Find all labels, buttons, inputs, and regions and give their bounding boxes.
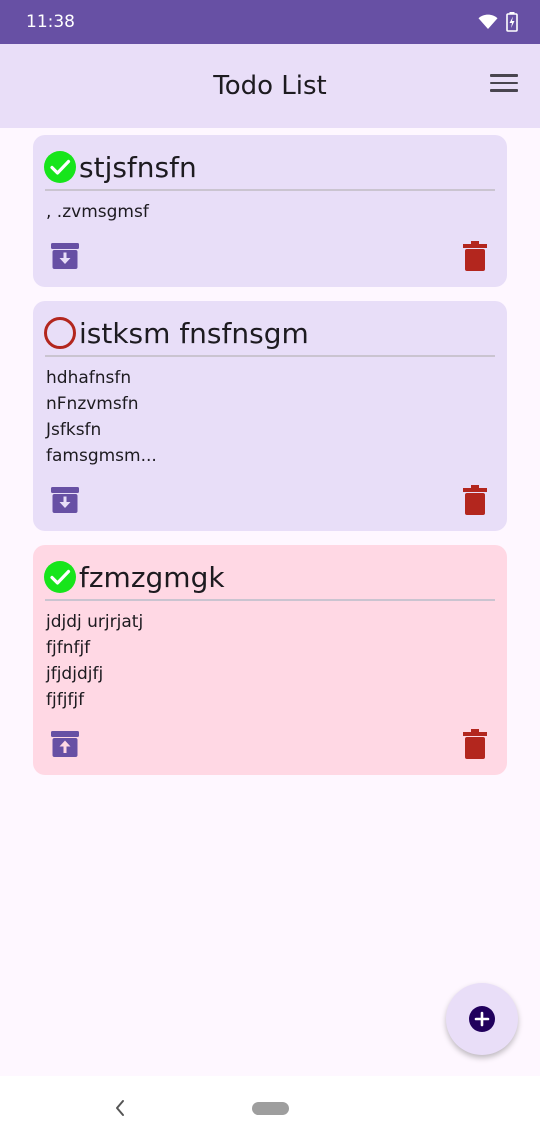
description-line: Jsfksfn [46, 420, 102, 440]
delete-icon[interactable] [463, 241, 487, 271]
todo-card[interactable]: istksm fnsfnsgm hdhafnsfn nFnzvmsfn Jsfk… [33, 301, 507, 531]
description-line: famsgmsm... [46, 446, 157, 466]
delete-icon[interactable] [463, 485, 487, 515]
app-bar: Todo List [0, 44, 540, 128]
unarchive-up-icon[interactable] [50, 729, 80, 759]
todo-card-header: stjsfnsfn [43, 145, 495, 189]
description-line: hdhafnsfn [46, 368, 132, 388]
todo-title: istksm fnsfnsgm [79, 316, 309, 350]
app-title: Todo List [213, 71, 327, 101]
wifi-icon [478, 14, 498, 29]
description-line: , .zvmsgmsf [46, 202, 149, 222]
battery-charging-icon [506, 12, 518, 32]
todo-card-header: istksm fnsfnsgm [43, 311, 495, 355]
divider [45, 599, 495, 601]
home-pill[interactable] [252, 1102, 289, 1115]
description-line: nFnzvmsfn [46, 394, 139, 414]
divider [45, 189, 495, 191]
status-time: 11:38 [26, 12, 75, 32]
divider [45, 355, 495, 357]
add-circle-icon [469, 1006, 495, 1032]
todo-description: hdhafnsfn nFnzvmsfn Jsfksfn famsgmsm... [46, 365, 495, 469]
todo-card-header: fzmzgmgk [43, 555, 495, 599]
status-icons [478, 12, 518, 32]
description-line: jfjdjdjfj [46, 664, 104, 684]
description-line: jdjdj urjrjatj [46, 612, 144, 632]
delete-icon[interactable] [463, 729, 487, 759]
todo-description: , .zvmsgmsf [46, 199, 495, 225]
todo-description: jdjdj urjrjatj fjfnfjf jfjdjdjfj fjfjfjf [46, 609, 495, 713]
todo-card[interactable]: stjsfnsfn , .zvmsgmsf [33, 135, 507, 287]
todo-title: stjsfnsfn [79, 150, 197, 184]
check-circle-icon[interactable] [43, 150, 77, 184]
todo-title: fzmzgmgk [79, 560, 225, 594]
status-bar: 11:38 [0, 0, 540, 44]
archive-down-icon[interactable] [50, 485, 80, 515]
check-circle-icon[interactable] [43, 560, 77, 594]
add-todo-button[interactable] [446, 983, 518, 1055]
back-chevron-icon[interactable] [113, 1098, 127, 1118]
description-line: fjfnfjf [46, 638, 91, 658]
archive-down-icon[interactable] [50, 241, 80, 271]
menu-icon[interactable] [490, 74, 518, 98]
unchecked-circle-icon[interactable] [43, 316, 77, 350]
description-line: fjfjfjf [46, 690, 85, 710]
todo-card[interactable]: fzmzgmgk jdjdj urjrjatj fjfnfjf jfjdjdjf… [33, 545, 507, 775]
